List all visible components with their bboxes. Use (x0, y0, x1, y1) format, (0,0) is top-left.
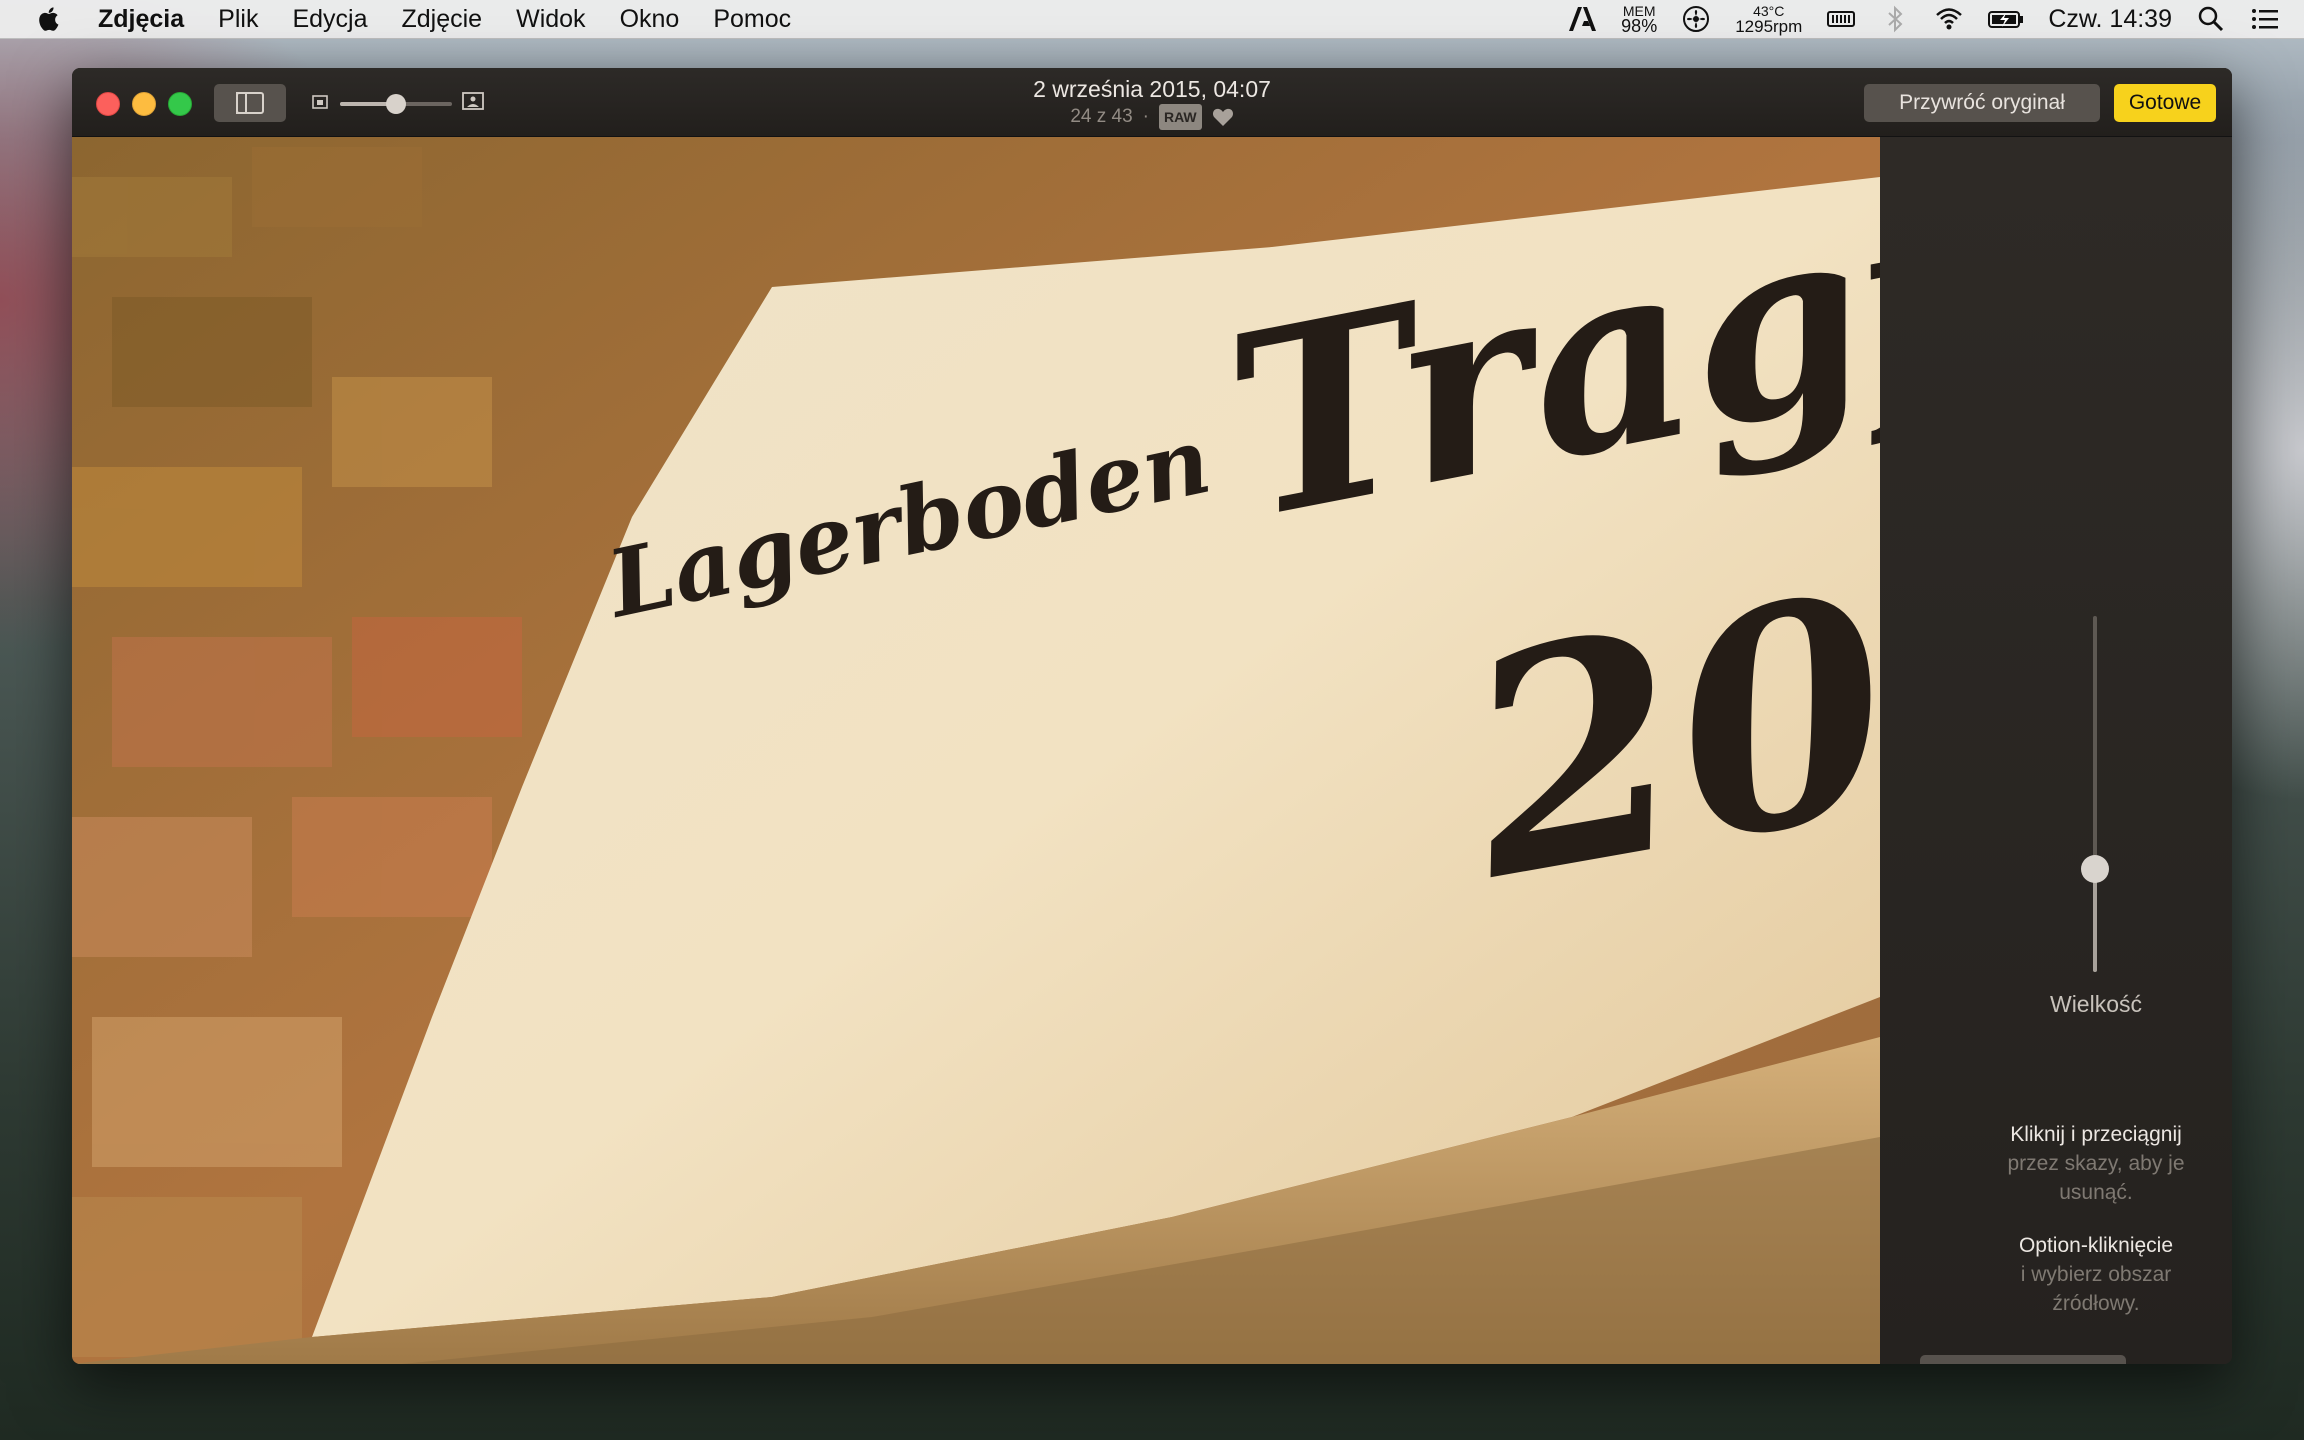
spotlight-search-icon[interactable] (2196, 4, 2226, 34)
hint-option-click-line1: i wybierz obszar (2020, 1263, 2172, 1286)
brush-size-knob[interactable] (2081, 854, 2109, 883)
menu-bar: Zdjęcia Plik Edycja Zdjęcie Widok Okno P… (0, 0, 2304, 39)
brush-size-slider[interactable] (2081, 616, 2109, 972)
temperature-monitor[interactable]: 43°C 1295rpm (1735, 4, 1803, 36)
cpu-meter-icon[interactable] (1826, 4, 1856, 34)
raw-badge: RAW (1158, 104, 1202, 130)
subtitle-separator: · (1142, 106, 1149, 127)
fan-speed-value: 1295rpm (1735, 17, 1803, 36)
memory-value: 98% (1621, 16, 1658, 36)
menu-image[interactable]: Zdjęcie (402, 5, 483, 34)
reset-button[interactable]: Wyzeruj (1920, 1355, 2126, 1364)
battery-charging-icon[interactable] (1988, 4, 2024, 34)
window-toolbar: 2 września 2015, 04:07 24 z 43 · RAW Prz… (72, 68, 2232, 137)
photo-canvas[interactable]: Lagerboden Tragf 200 (72, 137, 1880, 1364)
apple-icon[interactable] (36, 5, 64, 33)
menu-file[interactable]: Plik (218, 5, 258, 34)
done-button[interactable]: Gotowe (2114, 84, 2216, 122)
menu-window[interactable]: Okno (620, 5, 680, 34)
retouch-panel: Wielkość Kliknij i przeciągnij przez ska… (1880, 137, 2232, 1364)
revert-to-original-button[interactable]: Przywróć oryginał (1864, 84, 2100, 122)
hint-option-click-line2: źródłowy. (2052, 1292, 2140, 1315)
menu-help[interactable]: Pomoc (713, 5, 791, 34)
hint-option-click-title: Option-kliknięcie (2018, 1234, 2174, 1257)
adobe-icon[interactable] (1567, 4, 1597, 34)
photos-window: 2 września 2015, 04:07 24 z 43 · RAW Prz… (72, 68, 2232, 1364)
hint-click-drag-line2: usunąć. (2059, 1181, 2133, 1204)
menu-view[interactable]: Widok (516, 5, 585, 34)
wifi-icon[interactable] (1934, 4, 1964, 34)
bluetooth-icon[interactable] (1880, 4, 1910, 34)
hint-click-drag: Kliknij i przeciągnij przez skazy, aby j… (1880, 1120, 2232, 1207)
hint-click-drag-line1: przez skazy, aby je (2007, 1152, 2185, 1175)
favorite-heart-icon[interactable] (1212, 107, 1234, 127)
memory-monitor[interactable]: MEM 98% (1621, 4, 1658, 36)
hint-option-click: Option-kliknięcie i wybierz obszar źródł… (1880, 1231, 2232, 1318)
menubar-clock[interactable]: Czw. 14:39 (2048, 5, 2172, 34)
menu-edit[interactable]: Edycja (292, 5, 367, 34)
menu-photos[interactable]: Zdjęcia (98, 5, 184, 34)
notification-center-icon[interactable] (2250, 4, 2280, 34)
fan-icon[interactable] (1681, 4, 1711, 34)
photo-position: 24 z 43 (1070, 106, 1133, 127)
hint-click-drag-title: Kliknij i przeciągnij (2010, 1123, 2182, 1146)
photo-image: Lagerboden Tragf 200 (72, 137, 1880, 1364)
brush-size-label: Wielkość (2049, 991, 2142, 1017)
brush-size-fill (2093, 868, 2097, 972)
